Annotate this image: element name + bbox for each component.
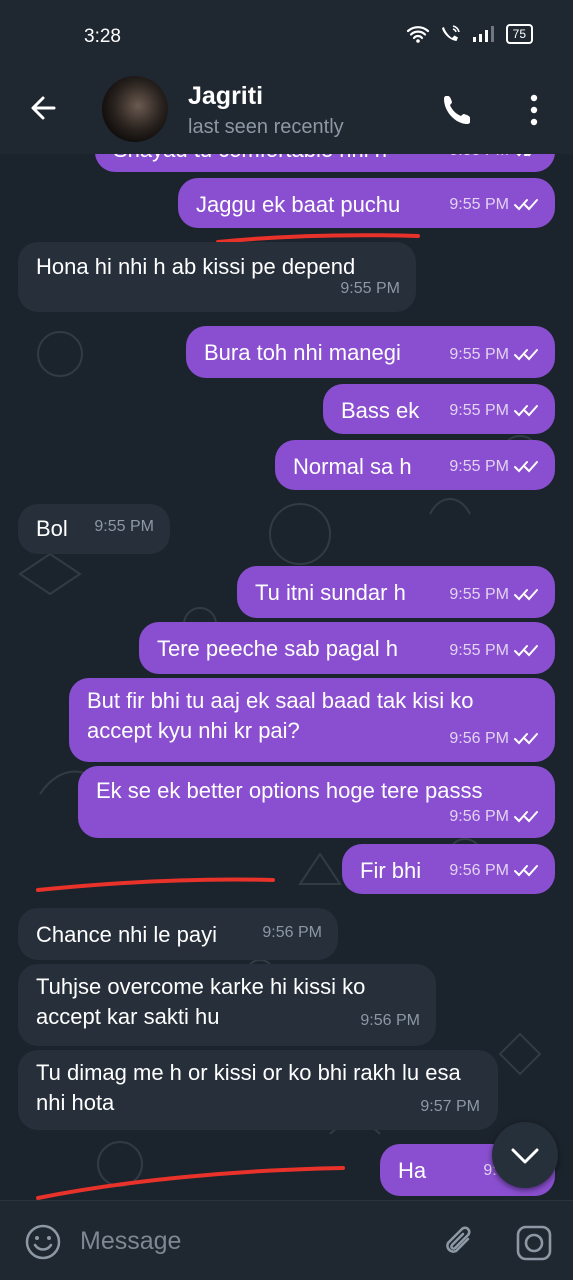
message-meta: 9:55 PM: [449, 190, 543, 220]
contact-avatar[interactable]: [102, 76, 168, 142]
read-checks-icon: [514, 865, 538, 877]
message-time: 9:55 PM: [449, 458, 509, 475]
message-time: 9:55 PM: [449, 346, 509, 363]
message-meta: 9:55 PM: [94, 512, 154, 542]
wifi-call-icon: [441, 25, 460, 41]
incoming-message[interactable]: Chance nhi le payi 9:56 PM: [18, 908, 338, 960]
read-checks-icon: [514, 199, 538, 211]
message-time: 9:56 PM: [262, 924, 322, 941]
read-checks-icon: [514, 589, 538, 601]
outgoing-message[interactable]: Tu itni sundar h 9:55 PM: [237, 566, 555, 618]
outgoing-message[interactable]: Bass ek 9:55 PM: [323, 384, 555, 434]
camera-icon[interactable]: [514, 1223, 554, 1263]
read-checks-icon: [514, 405, 538, 417]
paperclip-icon[interactable]: [440, 1221, 478, 1263]
outgoing-message[interactable]: Ek se ek better options hoge tere passs …: [78, 766, 555, 838]
message-time: 9:56 PM: [449, 862, 509, 879]
phone-call-icon[interactable]: [440, 92, 476, 128]
message-input-bar: [0, 1200, 573, 1280]
outgoing-message[interactable]: Normal sa h 9:55 PM: [275, 440, 555, 490]
read-checks-icon: [516, 154, 532, 157]
incoming-message[interactable]: Tuhjse overcome karke hi kissi ko accept…: [18, 964, 436, 1046]
message-time: 9:55 PM: [449, 154, 509, 166]
read-checks-icon: [514, 349, 538, 361]
chat-messages-area[interactable]: Shayad tu comfortable nhi h 9:55 PM Jagg…: [0, 154, 573, 1200]
message-time: 9:56 PM: [449, 808, 509, 825]
message-time: 9:55 PM: [449, 586, 509, 603]
message-time: 9:55 PM: [449, 642, 509, 659]
message-time: 9:56 PM: [449, 730, 509, 747]
incoming-message[interactable]: Bol 9:55 PM: [18, 504, 170, 554]
message-meta: 9:56 PM: [262, 918, 322, 948]
status-bar: 3:28 75: [0, 0, 573, 70]
message-meta: 9:56 PM: [449, 724, 543, 754]
message-meta: 9:55 PM: [449, 396, 543, 426]
message-meta: 9:55 PM: [449, 340, 543, 370]
outgoing-message[interactable]: Jaggu ek baat puchu 9:55 PM: [178, 178, 555, 228]
red-underline-annotation: [36, 877, 275, 892]
message-meta: 9:55 PM: [340, 274, 400, 304]
outgoing-message[interactable]: Bura toh nhi manegi 9:55 PM: [186, 326, 555, 378]
message-meta: 9:55 PM: [449, 636, 543, 666]
message-time: 9:56 PM: [360, 1012, 420, 1029]
message-time: 9:55 PM: [449, 402, 509, 419]
outgoing-message[interactable]: Tere peeche sab pagal h 9:55 PM: [139, 622, 555, 674]
status-time: 3:28: [84, 26, 121, 47]
incoming-message[interactable]: Hona hi nhi h ab kissi pe depend 9:55 PM: [18, 242, 416, 312]
wifi-icon: [406, 26, 429, 43]
read-checks-icon: [514, 645, 538, 657]
outgoing-message[interactable]: But fir bhi tu aaj ek saal baad tak kisi…: [69, 678, 555, 762]
message-meta: 9:55 PM: [449, 452, 543, 482]
status-icons: 75: [406, 24, 533, 44]
message-time: 9:57 PM: [420, 1098, 480, 1115]
message-meta: 9:55 PM: [449, 154, 543, 166]
red-underline-annotation: [36, 1166, 345, 1200]
outgoing-message[interactable]: Fir bhi 9:56 PM: [342, 844, 555, 894]
message-meta: 9:57 PM: [420, 1092, 480, 1122]
message-text: Tuhjse overcome karke hi kissi ko accept…: [36, 974, 366, 1029]
read-checks-icon: [514, 461, 538, 473]
message-meta: 9:56 PM: [360, 1006, 420, 1036]
more-options-icon[interactable]: [522, 92, 546, 128]
incoming-message[interactable]: Tu dimag me h or kissi or ko bhi rakh lu…: [18, 1050, 498, 1130]
chat-header: Jagriti last seen recently: [0, 70, 573, 154]
message-time: 9:55 PM: [449, 196, 509, 213]
chevron-down-icon: [511, 1148, 539, 1164]
back-arrow-icon[interactable]: [24, 88, 64, 128]
outgoing-message[interactable]: Shayad tu comfortable nhi h 9:55 PM: [95, 154, 555, 172]
read-checks-icon: [514, 811, 538, 823]
message-text: Tu dimag me h or kissi or ko bhi rakh lu…: [36, 1060, 461, 1115]
message-time: 9:55 PM: [94, 518, 154, 535]
message-meta: 9:55 PM: [449, 580, 543, 610]
contact-name[interactable]: Jagriti: [188, 82, 263, 111]
read-checks-icon: [514, 733, 538, 745]
battery-level: 75: [505, 24, 533, 44]
message-meta: 9:56 PM: [449, 856, 543, 886]
scroll-to-bottom-button[interactable]: [492, 1122, 558, 1188]
emoji-icon[interactable]: [24, 1223, 62, 1261]
message-time: 9:55 PM: [340, 280, 400, 297]
message-meta: 9:56 PM: [449, 802, 543, 832]
last-seen-status: last seen recently: [188, 116, 344, 138]
signal-icon: [472, 26, 494, 42]
message-input[interactable]: [80, 1221, 410, 1261]
